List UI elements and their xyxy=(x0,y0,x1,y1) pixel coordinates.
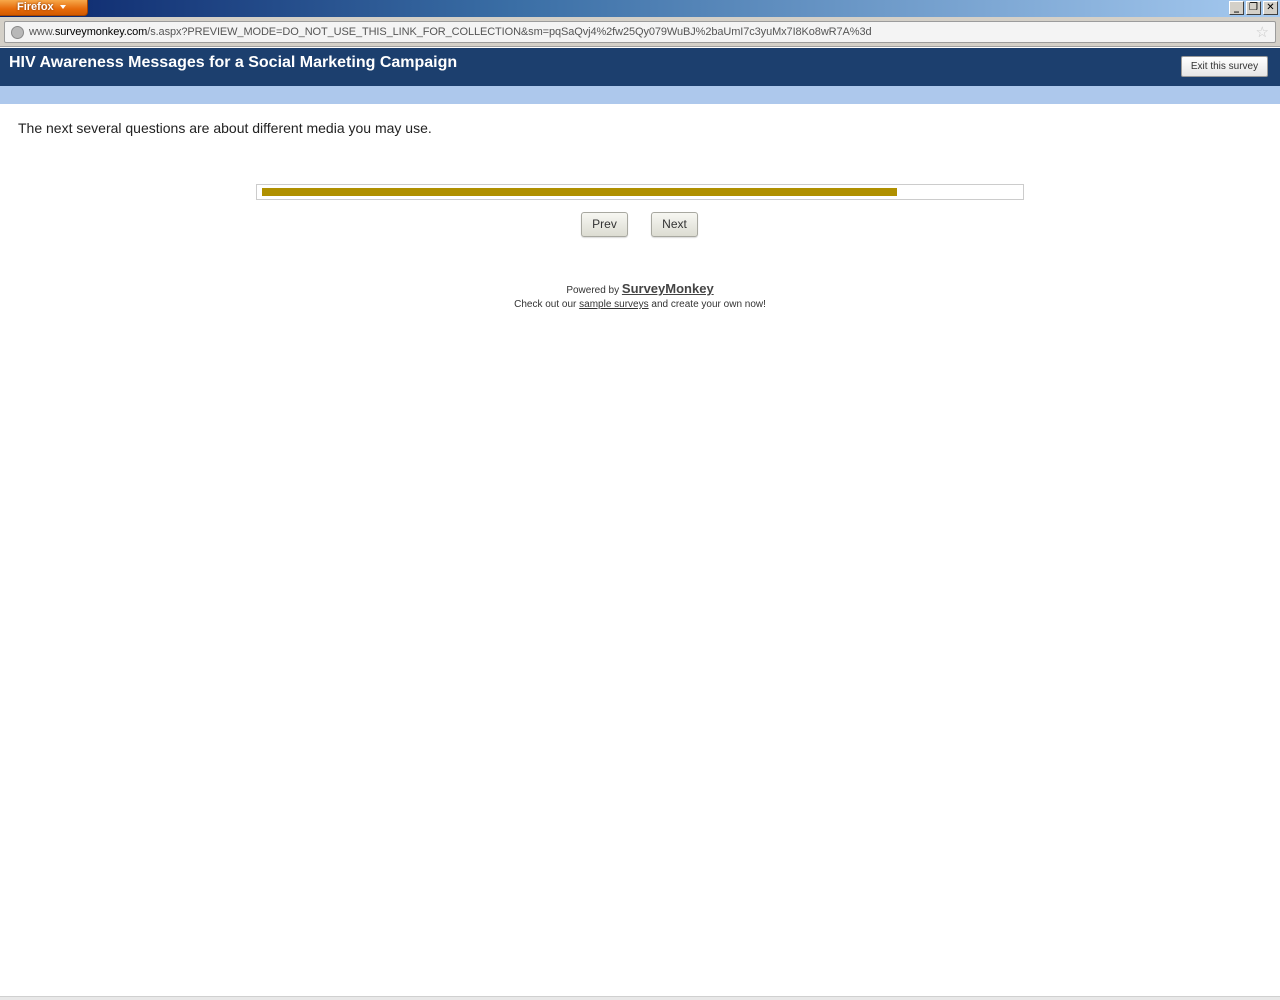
bookmark-star-icon[interactable]: ☆ xyxy=(1256,23,1269,41)
next-button[interactable]: Next xyxy=(651,212,698,237)
firefox-menu-button[interactable]: Firefox xyxy=(0,0,88,16)
close-window-button[interactable]: ✕ xyxy=(1263,1,1278,15)
site-identity-icon[interactable] xyxy=(11,26,24,39)
firefox-menu-label: Firefox xyxy=(17,1,54,13)
intro-text: The next several questions are about dif… xyxy=(18,120,432,136)
exit-survey-button[interactable]: Exit this survey xyxy=(1181,56,1268,77)
url-host: surveymonkey.com xyxy=(54,26,148,38)
url-bar[interactable]: www.surveymonkey.com/s.aspx?PREVIEW_MODE… xyxy=(4,21,1276,43)
progress-bar-fill xyxy=(262,188,897,196)
dropdown-caret-icon xyxy=(59,5,66,10)
sample-surveys-link[interactable]: sample surveys xyxy=(579,299,648,310)
surveymonkey-link[interactable]: SurveyMonkey xyxy=(622,281,714,296)
create-own-text: and create your own now! xyxy=(651,299,766,310)
check-out-text: Check out our xyxy=(514,299,577,310)
navigation-bar: www.surveymonkey.com/s.aspx?PREVIEW_MODE… xyxy=(0,17,1280,47)
minimize-button[interactable]: _ xyxy=(1229,1,1244,15)
url-text[interactable]: www.surveymonkey.com/s.aspx?PREVIEW_MODE… xyxy=(29,26,872,38)
url-path: /s.aspx?PREVIEW_MODE=DO_NOT_USE_THIS_LIN… xyxy=(147,26,872,38)
prev-button[interactable]: Prev xyxy=(581,212,628,237)
survey-header: HIV Awareness Messages for a Social Mark… xyxy=(0,48,1280,86)
survey-footer: Powered by SurveyMonkey Check out our sa… xyxy=(0,282,1280,312)
progress-bar xyxy=(256,184,1024,200)
restore-button[interactable]: ❐ xyxy=(1246,1,1261,15)
url-prefix: www. xyxy=(29,26,55,38)
header-strip xyxy=(0,86,1280,104)
window-titlebar: Firefox _ ❐ ✕ xyxy=(0,0,1280,17)
powered-by-text: Powered by xyxy=(566,285,620,296)
window-controls: _ ❐ ✕ xyxy=(1229,1,1278,15)
window-bottom-border xyxy=(0,996,1280,1000)
survey-title: HIV Awareness Messages for a Social Mark… xyxy=(9,54,458,71)
